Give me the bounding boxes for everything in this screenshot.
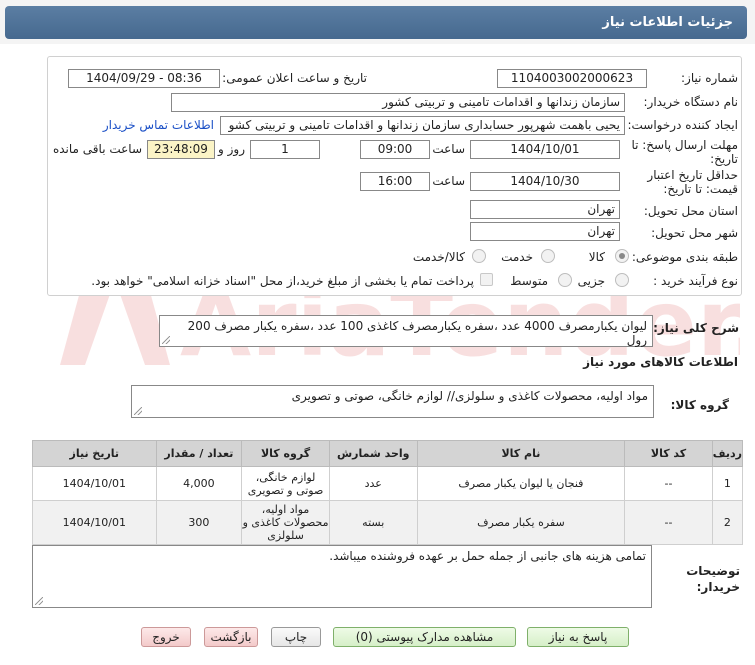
col-header-index: ردیف (711, 440, 744, 467)
cell-unit: عدد (328, 466, 418, 501)
goods-info-title: اطلاعات کالاهای مورد نیاز (583, 355, 738, 369)
cell-qty: 300 (155, 500, 243, 545)
cell-unit: بسته (328, 500, 418, 545)
col-header-group: گروه کالا (241, 440, 330, 467)
province-label: استان محل تحویل: (643, 204, 738, 218)
announce-datetime-field[interactable]: 1404/09/29 - 08:36 (68, 69, 220, 88)
reply-button[interactable]: پاسخ به نیاز (527, 627, 629, 647)
back-button[interactable]: بازگشت (204, 627, 258, 647)
buyer-org-label: نام دستگاه خریدار: (643, 95, 739, 109)
treasury-note: پرداخت تمام یا بخشی از مبلغ خرید،از محل … (91, 274, 474, 288)
province-field[interactable]: تهران (470, 200, 620, 219)
cell-qty: 4,000 (155, 466, 243, 501)
deadline-days-label: روز و (218, 142, 245, 156)
cell-code: -- (624, 466, 713, 501)
table-row[interactable]: 1 -- فنجان یا لیوان یکبار مصرف عدد لوازم… (32, 466, 744, 501)
buyer-contact-link[interactable]: اطلاعات تماس خریدار (103, 118, 214, 132)
validity-label: حداقل تاریخ اعتبار قیمت: تا تاریخ: (647, 168, 738, 196)
header-bar: جزئیات اطلاعات نیاز (0, 0, 755, 44)
buyer-notes-label: توضیحات خریدار: (686, 564, 740, 594)
process-option-medium: متوسط (510, 274, 548, 288)
announce-datetime-label: تاریخ و ساعت اعلان عمومی: (222, 71, 367, 85)
cell-code: -- (624, 500, 713, 545)
goods-group-label: گروه کالا: (670, 398, 729, 412)
category-option-service: خدمت (501, 250, 533, 264)
need-number-label: شماره نیاز: (681, 71, 738, 85)
resize-handle[interactable] (35, 597, 43, 605)
exit-button[interactable]: خروج (141, 627, 191, 647)
items-table: ردیف کد کالا نام کالا واحد شمارش گروه کا… (32, 440, 744, 545)
deadline-label: مهلت ارسال پاسخ: تا تاریخ: (631, 138, 738, 166)
attachments-button[interactable]: مشاهده مدارک پیوستی (0) (333, 627, 516, 647)
cell-date: 1404/10/01 (32, 500, 157, 545)
goods-group-text: مواد اولیه، محصولات کاغذی و سلولزی// لوا… (291, 389, 648, 403)
treasury-checkbox[interactable] (480, 273, 493, 286)
deadline-date-field[interactable]: 1404/10/01 (470, 140, 620, 159)
print-button[interactable]: چاپ (271, 627, 321, 647)
cell-index: 1 (711, 466, 744, 501)
resize-handle[interactable] (162, 336, 170, 344)
city-label: شهر محل تحویل: (651, 226, 738, 240)
resize-handle[interactable] (134, 407, 142, 415)
remaining-time-field: 23:48:09 (147, 140, 215, 159)
remaining-time-label: ساعت باقی مانده (52, 142, 142, 156)
cell-name: فنجان یا لیوان یکبار مصرف (416, 466, 626, 501)
creator-field[interactable]: یحیی باهمت شهرپور حسابداری سازمان زندانه… (220, 116, 625, 135)
city-field[interactable]: تهران (470, 222, 620, 241)
col-header-date: تاریخ نیاز (32, 440, 157, 467)
process-label: نوع فرآیند خرید : (653, 274, 738, 288)
category-option-both: کالا/خدمت (412, 250, 465, 264)
category-label: طبقه بندی موضوعی: (631, 250, 738, 264)
creator-label: ایجاد کننده درخواست: (627, 118, 738, 132)
process-radio-minor[interactable] (615, 273, 629, 287)
buyer-notes-textarea[interactable]: تمامی هزینه های جانبی از جمله حمل بر عهد… (32, 545, 652, 608)
validity-date-field[interactable]: 1404/10/30 (470, 172, 620, 191)
validity-time-label: ساعت (432, 174, 465, 188)
cell-name: سفره یکبار مصرف (416, 500, 626, 545)
table-row[interactable]: 2 -- سفره یکبار مصرف بسته مواد اولیه، مح… (32, 500, 744, 545)
cell-index: 2 (711, 500, 744, 545)
validity-time-field[interactable]: 16:00 (360, 172, 430, 191)
cell-date: 1404/10/01 (32, 466, 157, 501)
table-header-row: ردیف کد کالا نام کالا واحد شمارش گروه کا… (32, 440, 744, 467)
category-option-goods: کالا (588, 250, 605, 264)
col-header-name: نام کالا (416, 440, 626, 467)
buyer-org-field[interactable]: سازمان زندانها و اقدامات تامینی و تربیتی… (171, 93, 625, 112)
category-radio-service[interactable] (541, 249, 555, 263)
need-number-field[interactable]: 1104003002000623 (497, 69, 647, 88)
category-radio-both[interactable] (472, 249, 486, 263)
header-tab: جزئیات اطلاعات نیاز (5, 6, 747, 39)
deadline-days-field[interactable]: 1 (250, 140, 320, 159)
page-title: جزئیات اطلاعات نیاز (602, 15, 733, 30)
cell-group: مواد اولیه، محصولات کاغذی و سلولزی (241, 500, 330, 545)
col-header-code: کد کالا (624, 440, 713, 467)
cell-group: لوازم خانگی، صوتی و تصویری (241, 466, 330, 501)
col-header-qty: تعداد / مقدار (155, 440, 243, 467)
description-label: شرح کلی نیاز: (653, 321, 739, 335)
deadline-time-label: ساعت (432, 142, 465, 156)
description-text: لیوان یکبارمصرف 4000 عدد ،سفره یکبارمصرف… (187, 319, 647, 347)
buyer-notes-text: تمامی هزینه های جانبی از جمله حمل بر عهد… (329, 549, 646, 563)
category-radio-goods[interactable] (615, 249, 629, 263)
deadline-time-field[interactable]: 09:00 (360, 140, 430, 159)
col-header-unit: واحد شمارش (328, 440, 418, 467)
process-option-minor: جزیی (577, 274, 605, 288)
goods-group-textarea[interactable]: مواد اولیه، محصولات کاغذی و سلولزی// لوا… (131, 385, 654, 418)
description-textarea[interactable]: لیوان یکبارمصرف 4000 عدد ،سفره یکبارمصرف… (159, 315, 653, 347)
process-radio-medium[interactable] (558, 273, 572, 287)
